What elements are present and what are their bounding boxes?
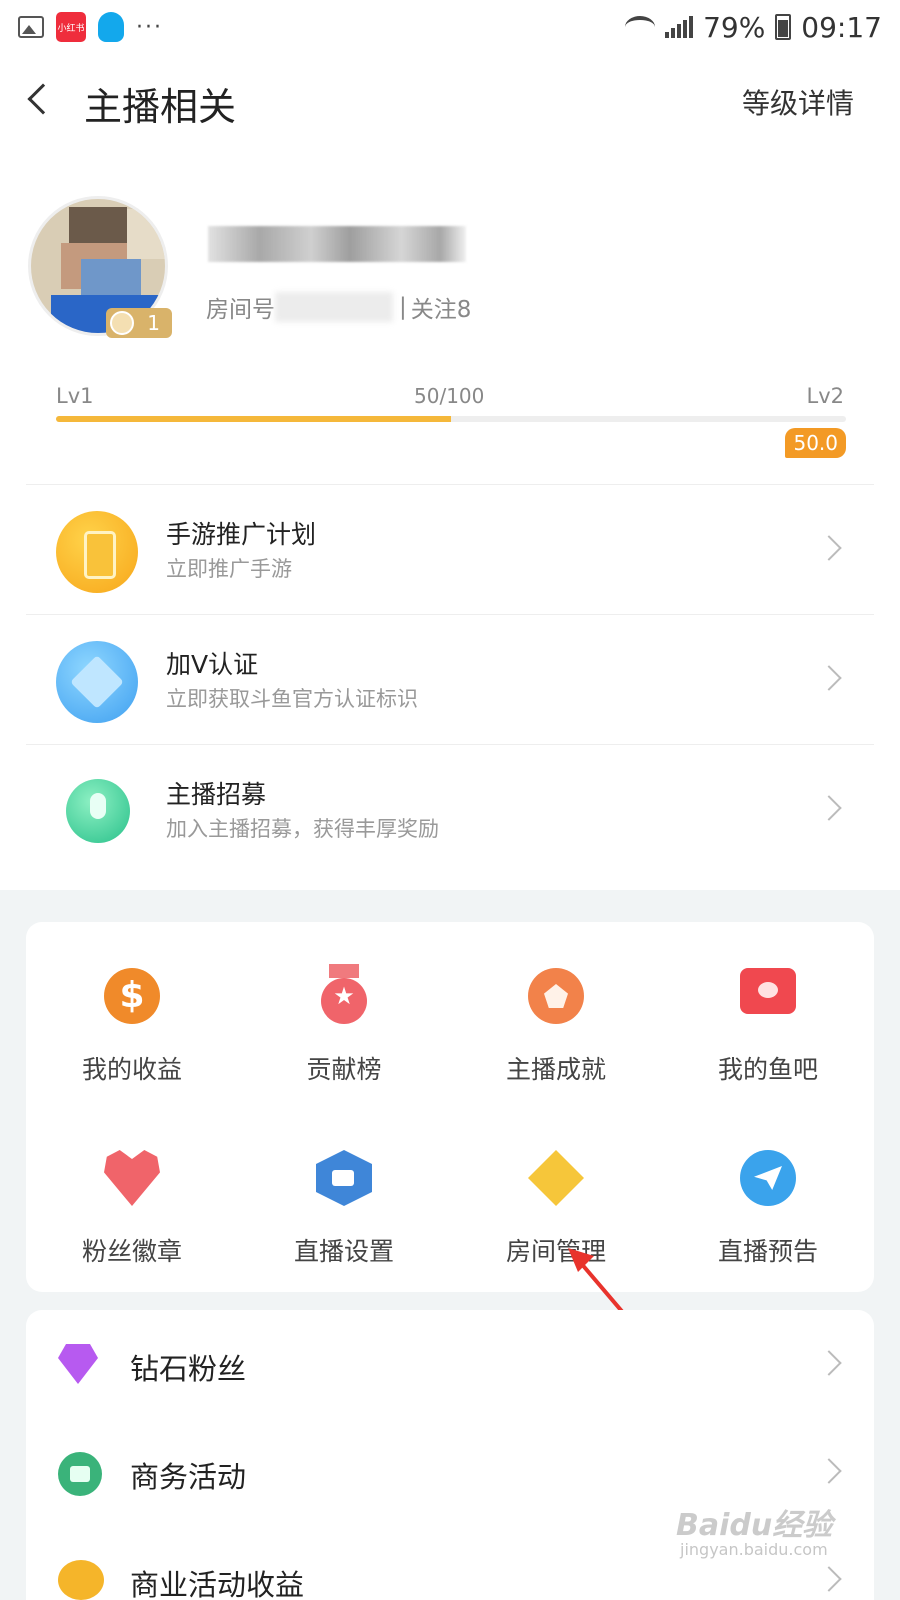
paper-plane-icon <box>740 1150 796 1206</box>
grid-item-label: 贡献榜 <box>306 1055 382 1084</box>
grid-item-fan-badge[interactable]: 粉丝徽章 <box>26 1136 238 1286</box>
chevron-right-icon <box>816 665 842 691</box>
current-level: Lv1 <box>56 384 94 408</box>
back-icon[interactable] <box>27 83 59 115</box>
menu-item-subtitle: 立即获取斗鱼官方认证标识 <box>166 687 418 711</box>
grid-item-label: 直播设置 <box>293 1237 394 1266</box>
menu-item-title: 主播招募 <box>166 780 267 809</box>
achievement-icon <box>528 968 584 1024</box>
grid-item-label: 我的收益 <box>81 1055 182 1084</box>
username-blurred <box>208 226 466 262</box>
anchor-level-badge: 1 <box>106 308 172 338</box>
chevron-right-icon <box>816 1350 842 1376</box>
grid-item-anchor-achievement[interactable]: 主播成就 <box>450 954 662 1104</box>
grid-item-my-earnings[interactable]: $ 我的收益 <box>26 954 238 1104</box>
app-header: 主播相关 等级详情 <box>0 54 900 150</box>
anchor-level-number: 1 <box>147 311 160 335</box>
camera-icon <box>316 1150 372 1206</box>
menu-item-anchor-recruit[interactable]: 主播招募 加入主播招募，获得丰厚奖励 <box>26 744 874 874</box>
baidu-watermark-url: jingyan.baidu.com <box>680 1540 828 1559</box>
menu-item-v-certification[interactable]: 加V认证 立即获取斗鱼官方认证标识 <box>26 614 874 744</box>
layers-icon <box>528 1150 584 1206</box>
feature-grid: $ 我的收益 贡献榜 主播成就 我的鱼吧 粉丝徽章 直播设置 房间管理 直播预告 <box>26 922 874 1292</box>
status-bar: 小红书 ··· 79% 09:17 <box>0 0 900 54</box>
battery-percent: 79% <box>703 10 766 44</box>
menu-item-title: 加V认证 <box>166 650 259 679</box>
chevron-right-icon <box>816 1458 842 1484</box>
grid-item-label: 直播预告 <box>717 1237 818 1266</box>
menu-item-title: 手游推广计划 <box>166 520 317 549</box>
profile-section: 1 房间号 | 关注8 Lv1 50/100 Lv2 50.0 手游推广计划 立… <box>0 150 900 890</box>
room-info: 房间号 | 关注8 <box>206 290 471 324</box>
microphone-icon <box>66 779 130 843</box>
chevron-right-icon <box>816 535 842 561</box>
medal-icon <box>110 311 134 335</box>
xiaohongshu-icon: 小红书 <box>56 12 86 42</box>
mobile-icon <box>56 511 138 593</box>
list-item-label: 钻石粉丝 <box>130 1352 247 1386</box>
baidu-watermark: Baidu经验 <box>676 1508 833 1543</box>
clock: 09:17 <box>801 10 882 44</box>
signal-icon <box>665 16 694 38</box>
level-details-link[interactable]: 等级详情 <box>742 82 854 122</box>
menu-item-mobile-game-promo[interactable]: 手游推广计划 立即推广手游 <box>26 484 874 614</box>
briefcase-icon <box>58 1452 102 1496</box>
heart-badge-icon <box>104 1150 160 1206</box>
level-progress-bar <box>56 416 846 422</box>
level-progress-text: 50/100 <box>414 384 485 408</box>
list-item-diamond-fans[interactable]: 钻石粉丝 <box>26 1310 874 1418</box>
follow-count[interactable]: 关注8 <box>411 290 472 324</box>
menu-item-subtitle: 加入主播招募，获得丰厚奖励 <box>166 817 439 841</box>
level-progress-fill <box>56 416 451 422</box>
battery-icon <box>775 14 792 40</box>
exp-badge: 50.0 <box>785 428 846 458</box>
grid-item-contribution-rank[interactable]: 贡献榜 <box>238 954 450 1104</box>
list-item-label: 商业活动收益 <box>130 1568 305 1600</box>
wifi-icon <box>625 16 656 38</box>
list-item-label: 商务活动 <box>130 1460 247 1494</box>
grid-item-label: 粉丝徽章 <box>81 1237 182 1266</box>
more-notifications-icon: ··· <box>136 14 163 40</box>
medal-icon <box>321 964 367 1024</box>
grid-item-live-settings[interactable]: 直播设置 <box>238 1136 450 1286</box>
room-number-blurred <box>275 292 393 322</box>
room-label: 房间号 <box>206 297 275 323</box>
qq-icon <box>98 12 124 42</box>
diamond-icon <box>58 1344 98 1384</box>
page-title: 主播相关 <box>84 85 237 129</box>
grid-item-label: 主播成就 <box>505 1055 606 1084</box>
v-cert-icon <box>56 641 138 723</box>
grid-item-live-preview[interactable]: 直播预告 <box>662 1136 874 1286</box>
next-level: Lv2 <box>806 384 845 408</box>
dollar-icon: $ <box>104 968 160 1024</box>
grid-item-label: 我的鱼吧 <box>717 1055 818 1084</box>
piggy-bank-icon <box>58 1560 104 1600</box>
chevron-right-icon <box>816 795 842 821</box>
chevron-right-icon <box>816 1566 842 1592</box>
gallery-icon <box>18 16 44 38</box>
fish-bar-icon <box>740 968 796 1014</box>
grid-item-my-fish-bar[interactable]: 我的鱼吧 <box>662 954 874 1104</box>
menu-item-subtitle: 立即推广手游 <box>166 557 292 581</box>
